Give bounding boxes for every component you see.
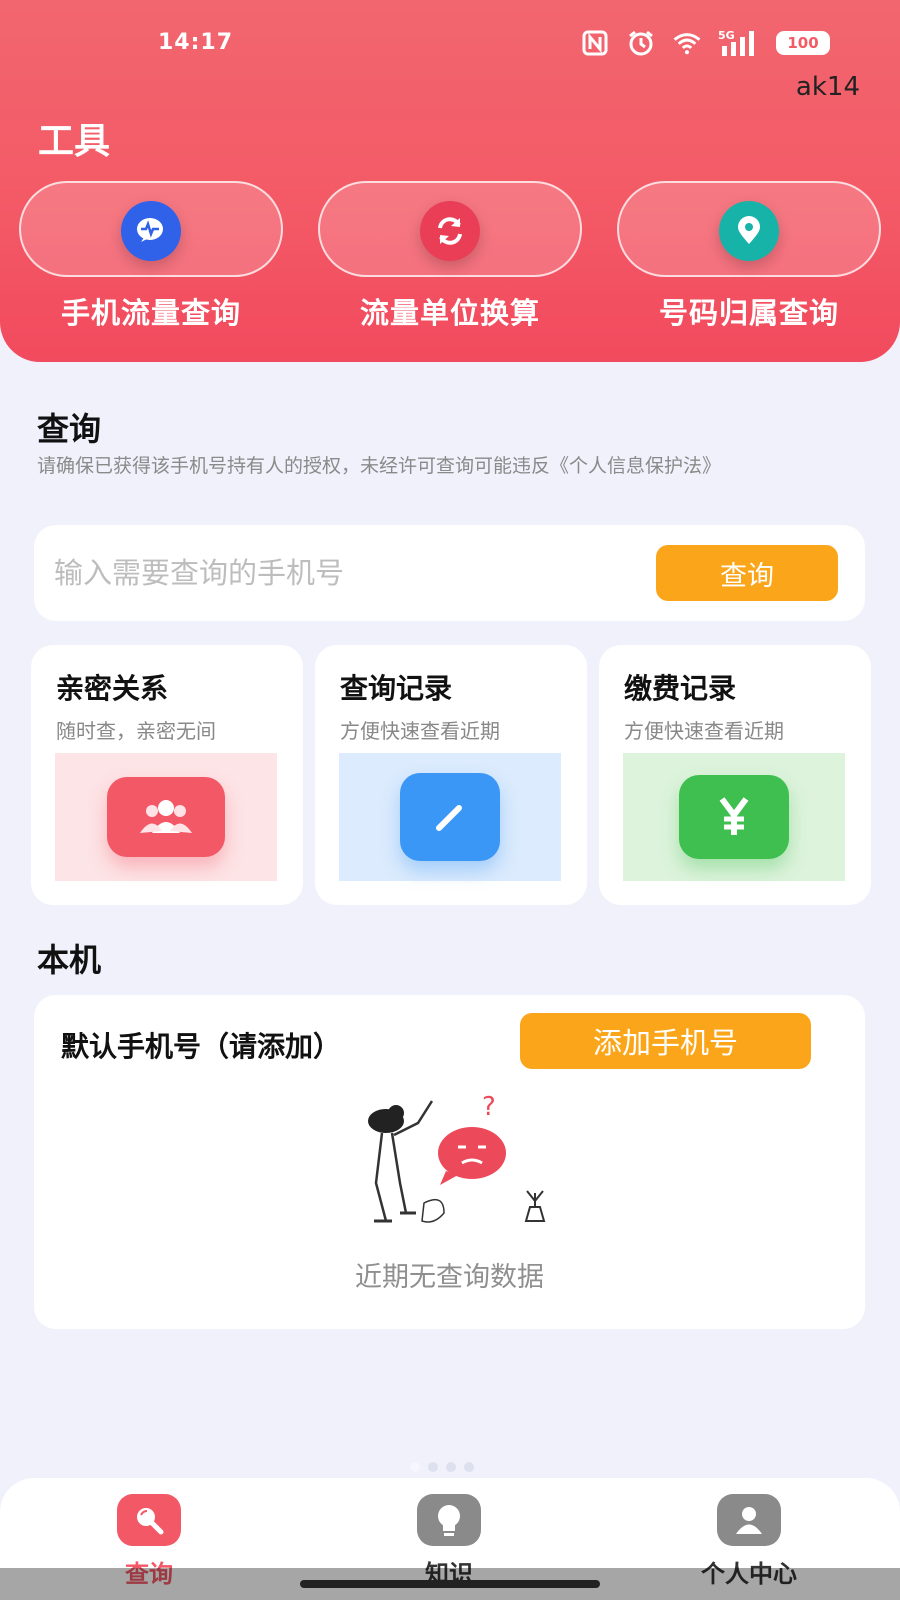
- network-label: 5G: [718, 29, 735, 42]
- feature-illustration: [55, 753, 277, 881]
- lightbulb-icon: [417, 1494, 481, 1546]
- tool-label: 手机流量查询: [60, 296, 241, 330]
- feature-subtitle: 方便快速查看近期: [624, 719, 784, 743]
- tool-number-location-button[interactable]: [617, 181, 881, 277]
- feature-card-intimacy[interactable]: 亲密关系 随时查，亲密无间: [31, 645, 303, 905]
- status-icons: 5G 100: [580, 28, 830, 58]
- feature-title: 缴费记录: [624, 672, 737, 705]
- people-icon: [107, 777, 225, 857]
- empty-state-illustration: ?: [334, 1083, 554, 1233]
- signal-5g-icon: 5G: [718, 28, 760, 58]
- header: 14:17 5G 100 ak14 工具 手机流量查询 流量单位换算 号码归属查…: [0, 0, 900, 362]
- wifi-icon: [672, 28, 702, 58]
- nfc-icon: [580, 28, 610, 58]
- phone-search-input[interactable]: [54, 547, 634, 599]
- feature-subtitle: 随时查，亲密无间: [56, 719, 216, 743]
- local-phone-card: 默认手机号（请添加） 添加手机号 ? 近期无查询数据: [34, 995, 865, 1329]
- edit-icon: [400, 773, 500, 861]
- chat-pulse-icon: [121, 201, 181, 261]
- yen-icon: [679, 775, 789, 859]
- location-pin-icon: [719, 201, 779, 261]
- feature-card-query-history[interactable]: 查询记录 方便快速查看近期: [315, 645, 587, 905]
- tools-title: 工具: [38, 121, 111, 162]
- authorization-notice: 请确保已获得该手机号持有人的授权，未经许可查询可能违反《个人信息保护法》: [37, 455, 722, 477]
- add-phone-button[interactable]: 添加手机号: [520, 1013, 811, 1069]
- user-tag: ak14: [795, 72, 860, 102]
- person-icon: [717, 1494, 781, 1546]
- query-button[interactable]: 查询: [656, 545, 838, 601]
- query-section-title: 查询: [37, 410, 102, 448]
- local-section-title: 本机: [37, 941, 102, 979]
- refresh-icon: [420, 201, 480, 261]
- feature-title: 查询记录: [340, 672, 453, 705]
- page-indicator: [410, 1462, 474, 1472]
- feature-title: 亲密关系: [56, 672, 169, 705]
- tool-data-usage-button[interactable]: [19, 181, 283, 277]
- battery-indicator: 100: [776, 31, 830, 55]
- feature-illustration: [623, 753, 845, 881]
- empty-state-text: 近期无查询数据: [355, 1262, 544, 1293]
- feature-illustration: [339, 753, 561, 881]
- feature-card-payment-history[interactable]: 缴费记录 方便快速查看近期: [599, 645, 871, 905]
- status-time: 14:17: [158, 30, 234, 55]
- question-mark: ?: [482, 1092, 496, 1122]
- search-icon: [117, 1494, 181, 1546]
- tool-label: 流量单位换算: [359, 296, 540, 330]
- feature-subtitle: 方便快速查看近期: [340, 719, 500, 743]
- tool-unit-convert-button[interactable]: [318, 181, 582, 277]
- status-bar: 14:17 5G 100: [0, 24, 900, 68]
- search-card: 查询: [34, 525, 865, 621]
- default-phone-label: 默认手机号（请添加）: [61, 1030, 342, 1063]
- tool-label: 号码归属查询: [658, 296, 839, 330]
- alarm-icon: [626, 28, 656, 58]
- home-indicator[interactable]: [300, 1580, 600, 1588]
